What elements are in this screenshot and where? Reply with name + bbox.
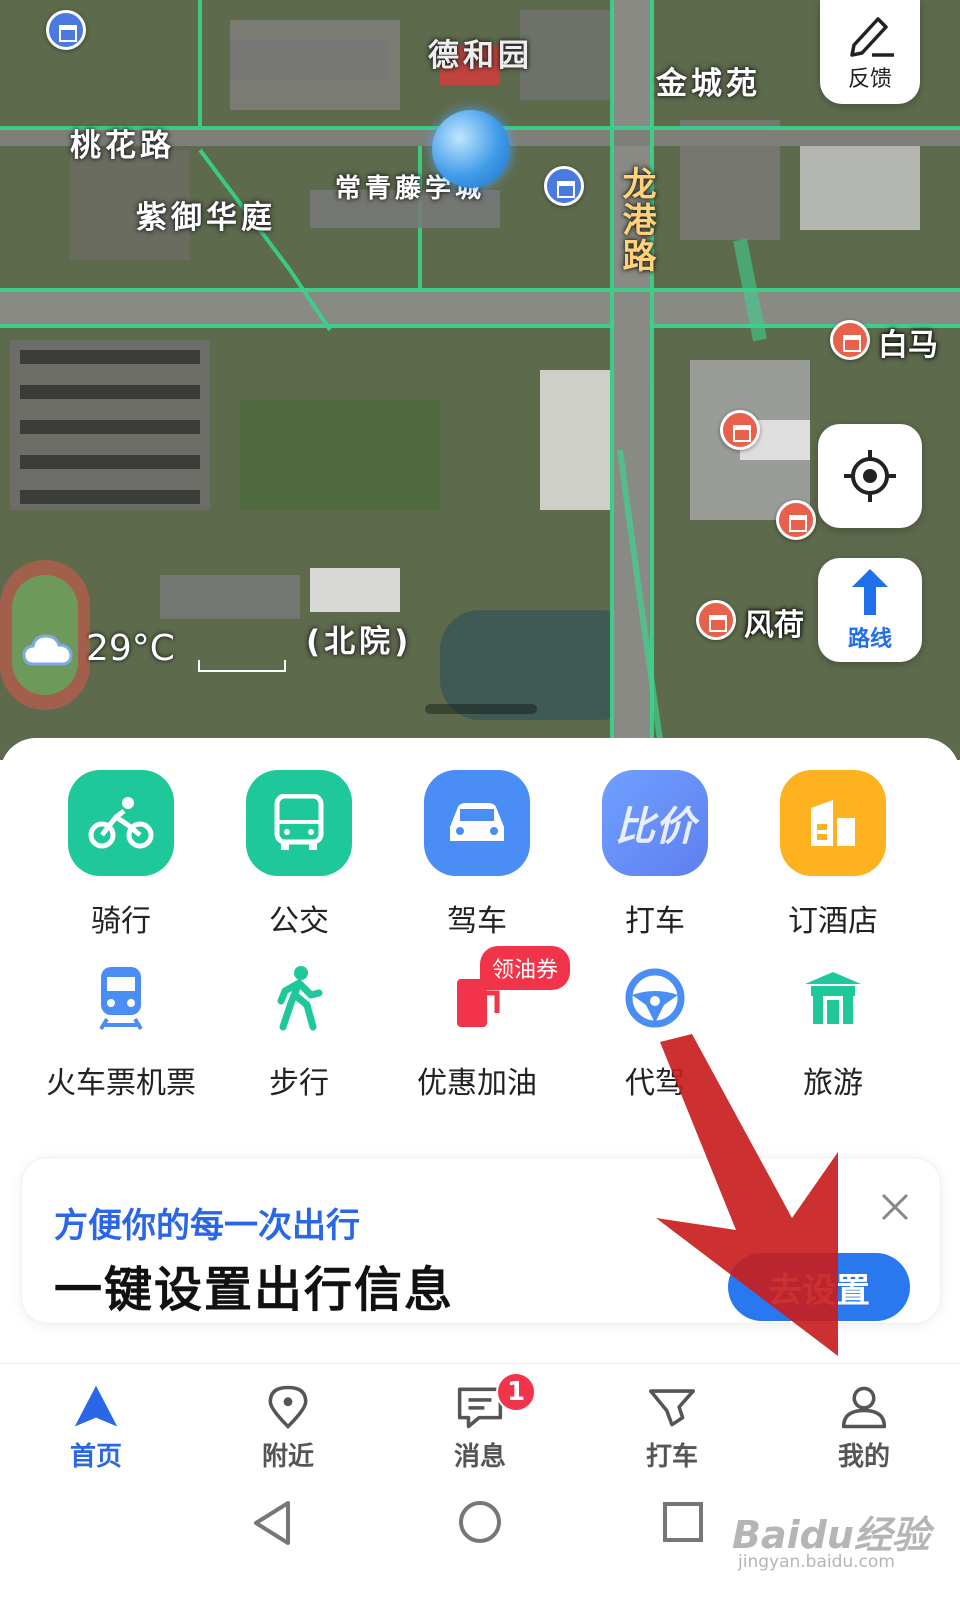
baidu-watermark: Baidu经验 <box>732 1513 930 1557</box>
user-icon <box>841 1386 887 1429</box>
home-circle-icon[interactable] <box>457 1499 503 1545</box>
promo-subtitle: 方便你的每一次出行 <box>54 1206 360 1246</box>
poi-marker[interactable] <box>696 600 736 640</box>
walk-icon <box>257 958 341 1038</box>
service-label: 火车票机票 <box>46 1066 196 1101</box>
navigation-arrow-icon <box>74 1385 118 1427</box>
services-row-secondary: 火车票机票 步行 领油券 优惠加油 代驾 旅游 <box>0 946 960 1102</box>
taxi-flag-icon <box>649 1389 695 1427</box>
recents-square-icon[interactable] <box>662 1501 704 1543</box>
steering-wheel-icon <box>613 958 697 1038</box>
tab-profile[interactable]: 我的 <box>768 1364 960 1473</box>
crosshair-icon <box>844 450 896 502</box>
road-label: 桃花路 <box>70 128 175 164</box>
coupon-badge: 领油券 <box>480 946 571 990</box>
tab-label: 首页 <box>69 1442 122 1472</box>
edit-pen-icon <box>850 17 894 57</box>
poi-marker[interactable] <box>720 410 760 450</box>
place-label: 金城苑 <box>656 66 761 102</box>
feedback-button[interactable]: 反馈 <box>820 0 920 104</box>
service-label: 优惠加油 <box>417 1066 537 1101</box>
service-taxi[interactable]: 比价 打车 <box>566 770 744 940</box>
poi-marker[interactable] <box>776 500 816 540</box>
tab-label: 消息 <box>453 1442 506 1472</box>
drag-handle[interactable] <box>425 704 537 714</box>
tab-home[interactable]: 首页 <box>0 1364 192 1473</box>
service-designated-driver[interactable]: 代驾 <box>566 958 744 1102</box>
promo-title: 一键设置出行信息 <box>54 1262 455 1318</box>
place-label: 德和园 <box>428 38 533 74</box>
poi-label: 风荷 <box>744 608 804 643</box>
current-location-marker <box>432 110 510 188</box>
tab-label: 我的 <box>837 1442 890 1472</box>
train-icon <box>79 958 163 1038</box>
tab-label: 打车 <box>645 1442 698 1472</box>
place-label: 紫御华庭 <box>136 200 276 236</box>
locate-button[interactable] <box>818 424 922 528</box>
baidu-watermark-url: jingyan.baidu.com <box>738 1552 895 1572</box>
service-label: 驾车 <box>447 904 507 939</box>
tab-messages[interactable]: 1 消息 <box>384 1364 576 1473</box>
taxi-icon: 比价 <box>602 770 708 876</box>
weather-widget[interactable]: 29°C <box>22 628 175 669</box>
poi-marker[interactable] <box>46 10 86 50</box>
blurred-region <box>230 40 390 80</box>
route-arrow-icon <box>852 569 888 615</box>
service-drive[interactable]: 驾车 <box>388 770 566 940</box>
place-label: (北院) <box>306 624 413 660</box>
poi-marker[interactable] <box>830 320 870 360</box>
poi-marker[interactable] <box>544 166 584 206</box>
service-hotel[interactable]: 订酒店 <box>744 770 922 940</box>
road-label: 龙港路 <box>616 166 656 274</box>
route-label: 路线 <box>847 627 892 652</box>
tab-label: 附近 <box>261 1442 314 1472</box>
map-scale-bar <box>198 660 286 672</box>
service-bus[interactable]: 公交 <box>210 770 388 940</box>
temperature: 29°C <box>86 628 175 669</box>
services-row-primary: 骑行 公交 驾车 比价 打车 订酒店 <box>0 770 960 940</box>
service-label: 步行 <box>269 1066 329 1101</box>
bottom-tab-bar: 首页 附近 1 消息 打车 我的 <box>0 1363 960 1473</box>
route-button[interactable]: 路线 <box>818 558 922 662</box>
back-icon[interactable] <box>250 1499 294 1547</box>
setup-button[interactable]: 去设置 <box>728 1253 910 1321</box>
blurred-region <box>160 575 300 619</box>
tab-nearby[interactable]: 附近 <box>192 1364 384 1473</box>
bike-icon <box>68 770 174 876</box>
unread-badge: 1 <box>496 1372 536 1412</box>
service-walk[interactable]: 步行 <box>210 958 388 1102</box>
service-label: 骑行 <box>91 904 151 939</box>
close-icon[interactable] <box>878 1190 912 1224</box>
service-label: 打车 <box>625 904 685 939</box>
blurred-region <box>310 568 400 612</box>
bus-icon <box>246 770 352 876</box>
car-icon <box>424 770 530 876</box>
service-label: 公交 <box>269 904 329 939</box>
hotel-icon <box>780 770 886 876</box>
tab-taxi[interactable]: 打车 <box>576 1364 768 1473</box>
feedback-label: 反馈 <box>847 67 892 92</box>
service-label: 代驾 <box>625 1066 685 1101</box>
poi-label: 白马 <box>878 328 938 363</box>
promo-card[interactable]: 方便你的每一次出行 一键设置出行信息 去设置 <box>22 1158 940 1323</box>
service-label: 订酒店 <box>788 904 878 939</box>
map-view[interactable]: 桃花路 紫御华庭 德和园 常青藤学城 金城苑 龙港路 (北院) 白马 风荷 反馈 <box>0 0 960 760</box>
service-travel[interactable]: 旅游 <box>744 958 922 1102</box>
service-cycling[interactable]: 骑行 <box>32 770 210 940</box>
service-train-flight[interactable]: 火车票机票 <box>32 958 210 1102</box>
service-fuel[interactable]: 领油券 优惠加油 <box>388 946 571 1102</box>
gate-icon <box>791 958 875 1038</box>
service-label: 旅游 <box>803 1066 863 1101</box>
cloud-icon <box>22 633 73 665</box>
location-pin-icon <box>268 1385 308 1429</box>
services-panel: 骑行 公交 驾车 比价 打车 订酒店 火车票机票 步行 领油券 优惠加油 代驾 … <box>0 704 960 1363</box>
